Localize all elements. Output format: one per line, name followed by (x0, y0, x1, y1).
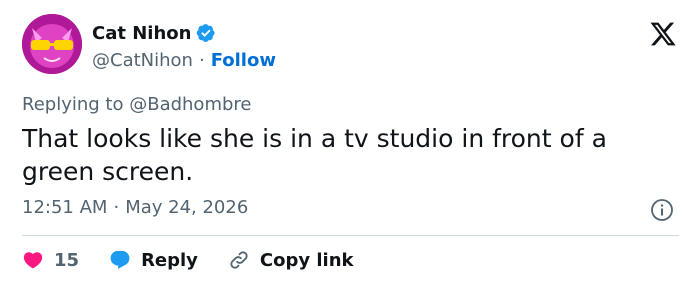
x-logo-icon[interactable] (648, 20, 678, 48)
reply-label: Reply (141, 249, 198, 271)
divider (22, 235, 679, 236)
reply-button[interactable]: Reply (109, 249, 198, 271)
separator-dot: · (198, 49, 205, 71)
speech-bubble-icon (110, 250, 130, 269)
reply-context: Replying to @Badhombre (22, 94, 251, 115)
timestamp-separator: · (113, 197, 120, 218)
copy-link-button[interactable]: Copy link (228, 249, 354, 271)
copy-link-label: Copy link (259, 249, 354, 271)
heart-icon (23, 252, 43, 269)
like-count: 15 (54, 249, 80, 271)
reply-mention-link[interactable]: @Badhombre (129, 94, 251, 115)
tweet-timestamp[interactable]: 12:51 AM · May 24, 2026 (22, 197, 248, 218)
action-bar: 15 Reply Copy link (22, 246, 354, 274)
tweet-date: May 24, 2026 (125, 197, 249, 218)
info-icon[interactable] (650, 198, 674, 222)
tweet-time: 12:51 AM (22, 197, 108, 218)
like-button[interactable]: 15 (22, 249, 79, 271)
tweet-text: That looks like she is in a tv studio in… (22, 124, 607, 186)
author-name-row: Cat Nihon (92, 20, 216, 46)
link-icon (230, 251, 248, 269)
cat-avatar-icon (22, 14, 82, 74)
avatar[interactable] (22, 14, 82, 74)
author-handle[interactable]: @CatNihon (92, 50, 193, 71)
follow-button[interactable]: Follow (211, 50, 276, 71)
verified-badge-icon (197, 24, 216, 42)
author-display-name[interactable]: Cat Nihon (92, 23, 191, 44)
author-handle-row: @CatNihon · Follow (92, 48, 276, 72)
reply-context-prefix: Replying to (22, 94, 124, 115)
